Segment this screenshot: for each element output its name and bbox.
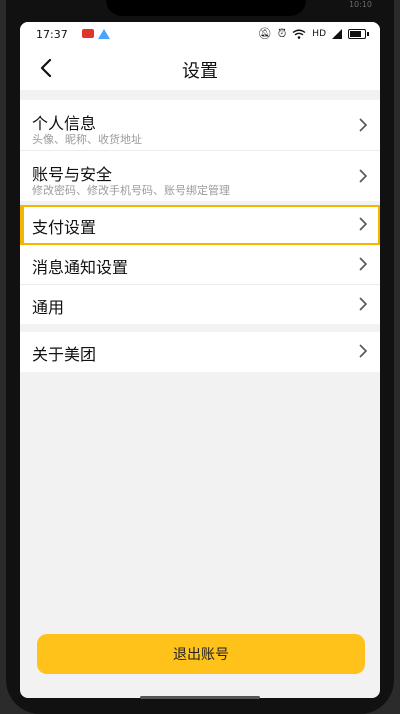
status-bar: 17:37 🔕︎ ⏰︎ HD — [20, 22, 380, 48]
settings-screen: 17:37 🔕︎ ⏰︎ HD 设置 个人信息 头像、昵称、收货地址 账号与安全 … — [20, 22, 380, 698]
settings-item-account-security[interactable]: 账号与安全 修改密码、修改手机号码、账号绑定管理 — [20, 151, 380, 201]
home-indicator — [140, 696, 260, 699]
settings-item-payment[interactable]: 支付设置 — [20, 205, 380, 245]
notification-app-icon — [82, 29, 94, 38]
alarm-icon: ⏰︎ — [277, 27, 287, 40]
settings-item-label: 消息通知设置 — [32, 258, 129, 277]
page-title: 设置 — [182, 61, 218, 82]
settings-item-personal-info[interactable]: 个人信息 头像、昵称、收货地址 — [20, 100, 380, 151]
settings-item-subtitle: 修改密码、修改手机号码、账号绑定管理 — [32, 184, 230, 197]
battery-icon — [348, 29, 369, 39]
chevron-right-icon — [359, 297, 368, 311]
status-right: 🔕︎ ⏰︎ HD — [257, 27, 369, 41]
outer-time: 10:10 — [348, 0, 372, 9]
navigation-bar: 设置 — [20, 48, 380, 90]
network-type: HD — [312, 29, 326, 39]
chevron-right-icon — [359, 169, 368, 183]
notification-icons — [82, 29, 110, 39]
settings-item-label: 关于美团 — [32, 345, 97, 364]
settings-item-label: 支付设置 — [32, 218, 97, 237]
camera-notch — [106, 0, 306, 16]
logout-button[interactable]: 退出账号 — [37, 634, 365, 674]
chevron-right-icon — [359, 257, 368, 271]
chevron-right-icon — [359, 217, 368, 231]
notification-app-icon-2 — [98, 29, 110, 39]
settings-item-general[interactable]: 通用 — [20, 285, 380, 324]
settings-item-notifications[interactable]: 消息通知设置 — [20, 245, 380, 285]
mute-icon: 🔕︎ — [257, 27, 272, 40]
chevron-right-icon — [359, 344, 368, 358]
settings-item-subtitle: 头像、昵称、收货地址 — [32, 133, 142, 146]
signal-icon — [332, 29, 342, 39]
status-time: 17:37 — [36, 28, 68, 41]
chevron-right-icon — [359, 118, 368, 132]
settings-item-label: 通用 — [32, 298, 65, 317]
settings-item-about[interactable]: 关于美团 — [20, 332, 380, 372]
settings-group-general: 支付设置 消息通知设置 通用 — [20, 205, 380, 324]
settings-group-about: 关于美团 — [20, 332, 380, 372]
wifi-icon — [292, 29, 306, 39]
settings-group-account: 个人信息 头像、昵称、收货地址 账号与安全 修改密码、修改手机号码、账号绑定管理 — [20, 100, 380, 201]
